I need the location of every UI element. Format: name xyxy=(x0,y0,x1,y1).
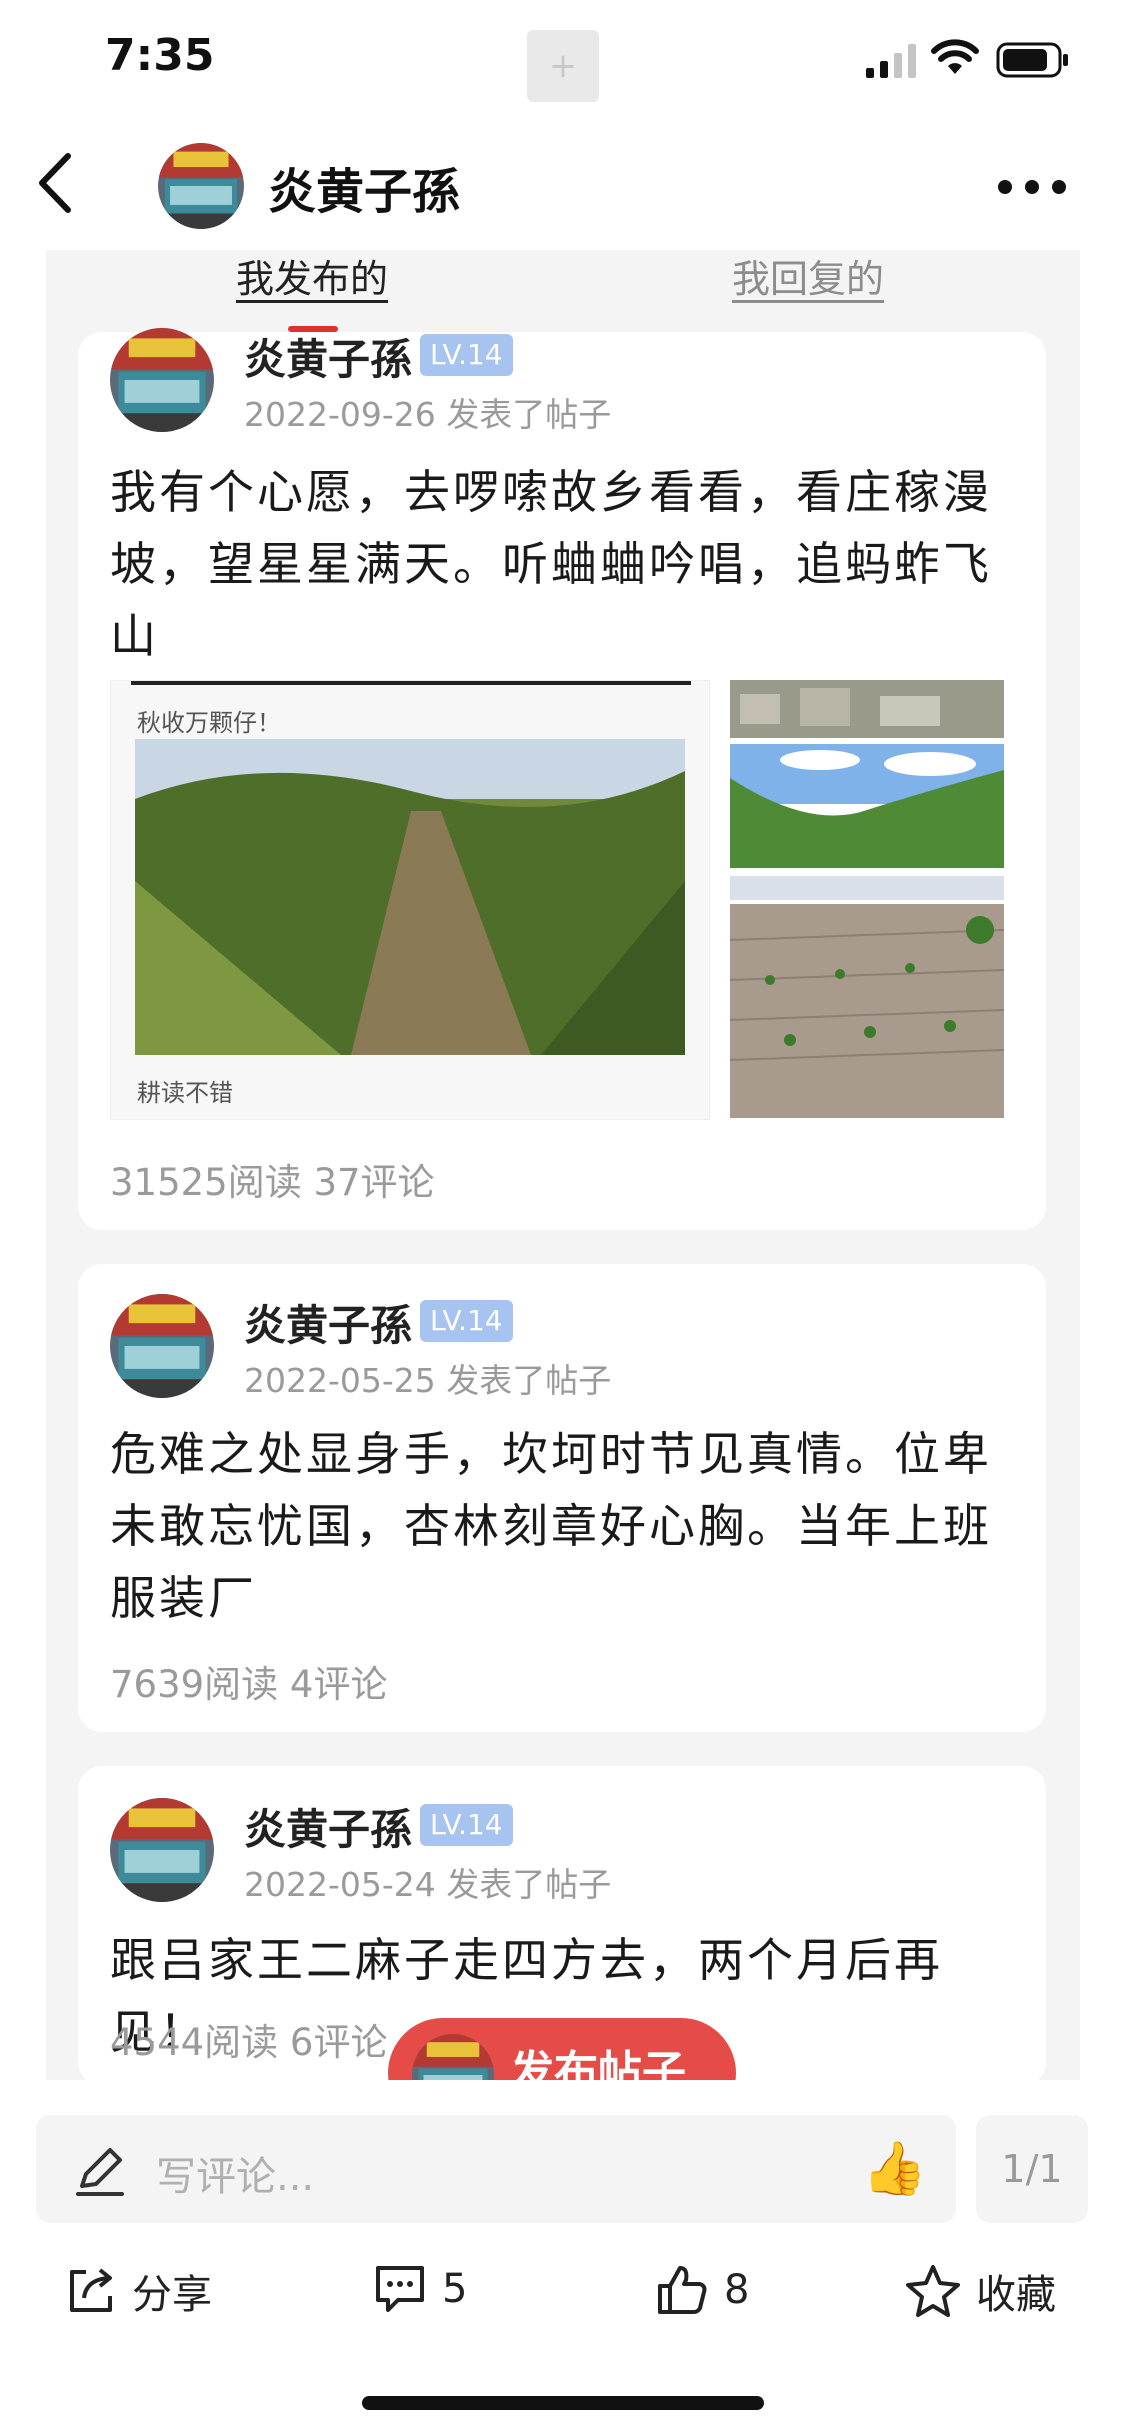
image-caption-bottom: 耕读不错 xyxy=(137,1079,233,1107)
like-icon xyxy=(658,2266,707,2314)
image-caption-top: 秋收万颗仔！ xyxy=(137,709,281,737)
post-stats: 31525阅读 37评论 xyxy=(110,1161,435,1204)
post-timestamp: 2022-09-26 发表了帖子 xyxy=(244,395,612,434)
header-avatar[interactable] xyxy=(158,143,244,229)
post-timestamp: 2022-05-25 发表了帖子 xyxy=(244,1361,612,1400)
tab-my-posts[interactable]: 我发布的 xyxy=(236,248,388,303)
username[interactable]: 炎黄子孫 xyxy=(244,326,412,387)
post-text[interactable]: 我有个心愿，去啰嗦故乡看看，看庄稼漫坡，望星星满天。听蛐蛐吟唱，追蚂蚱飞山 xyxy=(110,456,1022,672)
thumbs-up-emoji-icon[interactable]: 👍 xyxy=(862,2138,927,2199)
battery-icon xyxy=(996,42,1068,78)
comment-placeholder: 写评论... xyxy=(156,2154,315,2200)
favorite-label: 收藏 xyxy=(976,2272,1056,2318)
post-stats: 7639阅读 4评论 xyxy=(110,1663,388,1706)
more-icon[interactable] xyxy=(996,178,1068,196)
home-indicator[interactable] xyxy=(362,2396,764,2410)
wifi-icon xyxy=(931,39,979,74)
plus-icon: + xyxy=(527,30,599,102)
like-button[interactable]: 8 xyxy=(654,2262,749,2318)
level-badge: LV.14 xyxy=(420,334,513,376)
avatar[interactable] xyxy=(110,1294,214,1398)
post-text[interactable]: 危难之处显身手，坎坷时节见真情。位卑未敢忘忧国，杏林刻章好心胸。当年上班服装厂 xyxy=(110,1418,1022,1634)
comment-count: 5 xyxy=(442,2266,468,2312)
tab-my-replies[interactable]: 我回复的 xyxy=(732,248,884,303)
post-image[interactable]: 秋收万颗仔！ 耕读不错 xyxy=(110,680,710,1120)
share-label: 分享 xyxy=(132,2272,212,2318)
post-stats: 4544阅读 6评论 xyxy=(110,2021,388,2064)
star-icon xyxy=(906,2265,960,2317)
post-timestamp: 2022-05-24 发表了帖子 xyxy=(244,1865,612,1904)
avatar[interactable] xyxy=(110,1798,214,1902)
comment-icon xyxy=(376,2266,424,2312)
avatar[interactable] xyxy=(110,328,214,432)
status-time: 7:35 xyxy=(105,30,215,81)
share-icon xyxy=(70,2268,112,2312)
username[interactable]: 炎黄子孫 xyxy=(244,1292,412,1353)
back-icon[interactable] xyxy=(30,148,80,218)
comment-button[interactable]: 5 xyxy=(372,2262,467,2316)
header-title: 炎黄子孫 xyxy=(268,164,461,220)
share-button[interactable]: 分享 xyxy=(64,2262,212,2320)
post-image-side[interactable] xyxy=(730,680,1004,1118)
signal-icon xyxy=(866,44,916,78)
like-count: 8 xyxy=(724,2267,750,2313)
level-badge: LV.14 xyxy=(420,1804,513,1846)
username[interactable]: 炎黄子孫 xyxy=(244,1796,412,1857)
pen-icon xyxy=(76,2148,124,2196)
page-indicator[interactable]: 1/1 xyxy=(976,2115,1088,2223)
level-badge: LV.14 xyxy=(420,1300,513,1342)
favorite-button[interactable]: 收藏 xyxy=(904,2262,1056,2320)
